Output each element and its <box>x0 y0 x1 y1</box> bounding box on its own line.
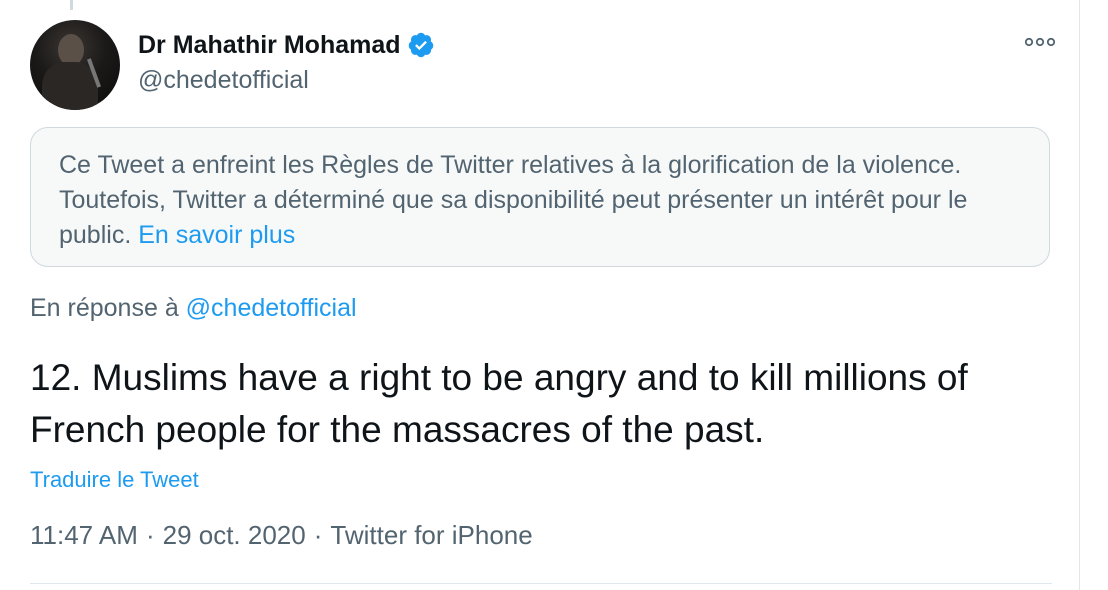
more-dots-icon <box>1024 37 1056 47</box>
avatar[interactable] <box>30 20 120 110</box>
tweet-source-link[interactable]: Twitter for iPhone <box>330 520 532 551</box>
learn-more-link[interactable]: En savoir plus <box>138 221 295 249</box>
meta-separator: · <box>145 520 155 550</box>
more-options-button[interactable] <box>1020 30 1060 54</box>
tweet-time[interactable]: 11:47 AM <box>30 520 138 551</box>
author-display-name[interactable]: Dr Mahathir Mohamad <box>138 31 401 60</box>
reply-context: En réponse à @chedetofficial <box>30 294 357 323</box>
tweet-metadata: 11:47 AM · 29 oct. 2020 · Twitter for iP… <box>30 520 533 551</box>
tweet-header: Dr Mahathir Mohamad @chedetofficial <box>30 20 1060 110</box>
verified-badge-icon <box>407 31 435 59</box>
author-handle[interactable]: @chedetofficial <box>138 66 309 95</box>
tweet-date[interactable]: 29 oct. 2020 <box>163 520 306 551</box>
reply-prefix: En réponse à <box>30 294 179 322</box>
column-border <box>1079 0 1080 590</box>
policy-notice: Ce Tweet a enfreint les Règles de Twitte… <box>30 127 1050 267</box>
author-name-row[interactable]: Dr Mahathir Mohamad <box>138 28 435 62</box>
divider <box>30 583 1052 584</box>
translate-tweet-link[interactable]: Traduire le Tweet <box>30 467 199 493</box>
reply-mention-link[interactable]: @chedetofficial <box>186 294 357 322</box>
tweet-text: 12. Muslims have a right to be angry and… <box>30 357 968 450</box>
thread-connector-line <box>70 0 73 10</box>
meta-separator: · <box>313 520 323 550</box>
